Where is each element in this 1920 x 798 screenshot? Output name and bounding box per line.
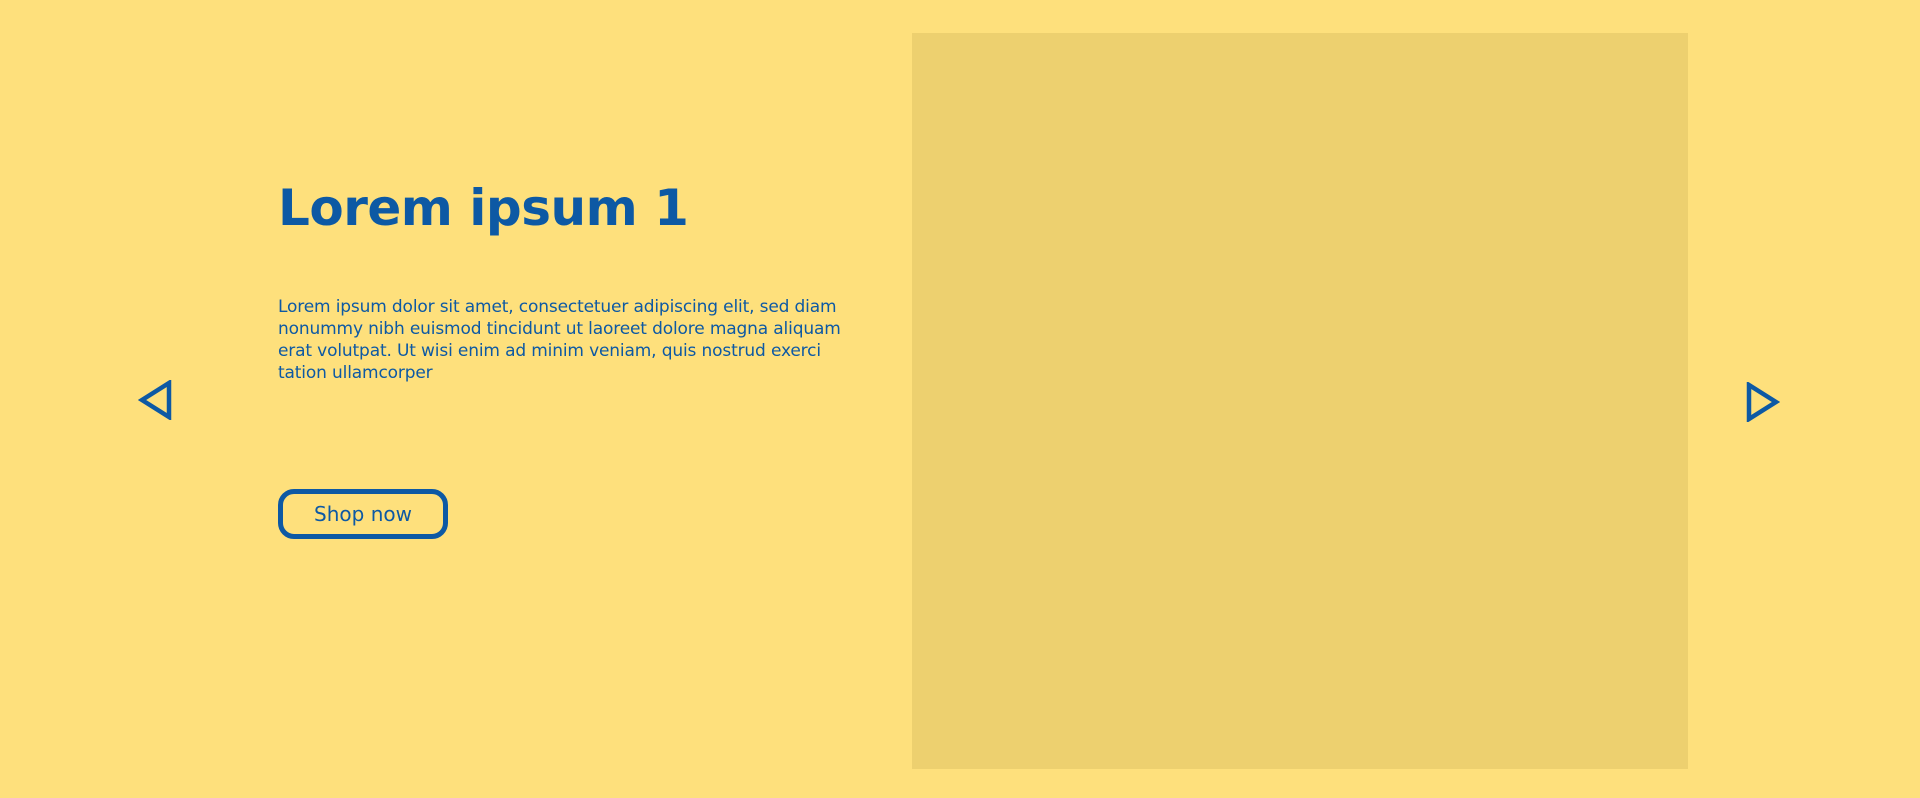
triangle-left-icon [138,380,172,420]
next-slide-button[interactable] [1738,378,1786,426]
slide-title: Lorem ipsum 1 [278,179,689,237]
slide-image-placeholder [912,33,1688,769]
previous-slide-button[interactable] [132,376,180,424]
slide-description: Lorem ipsum dolor sit amet, consectetuer… [278,297,841,383]
slide-content: Lorem ipsum 1 Lorem ipsum dolor sit amet… [278,170,858,384]
triangle-right-icon [1746,382,1780,422]
shop-now-button[interactable]: Shop now [278,489,448,539]
hero-slider: Lorem ipsum 1 Lorem ipsum dolor sit amet… [0,0,1920,798]
